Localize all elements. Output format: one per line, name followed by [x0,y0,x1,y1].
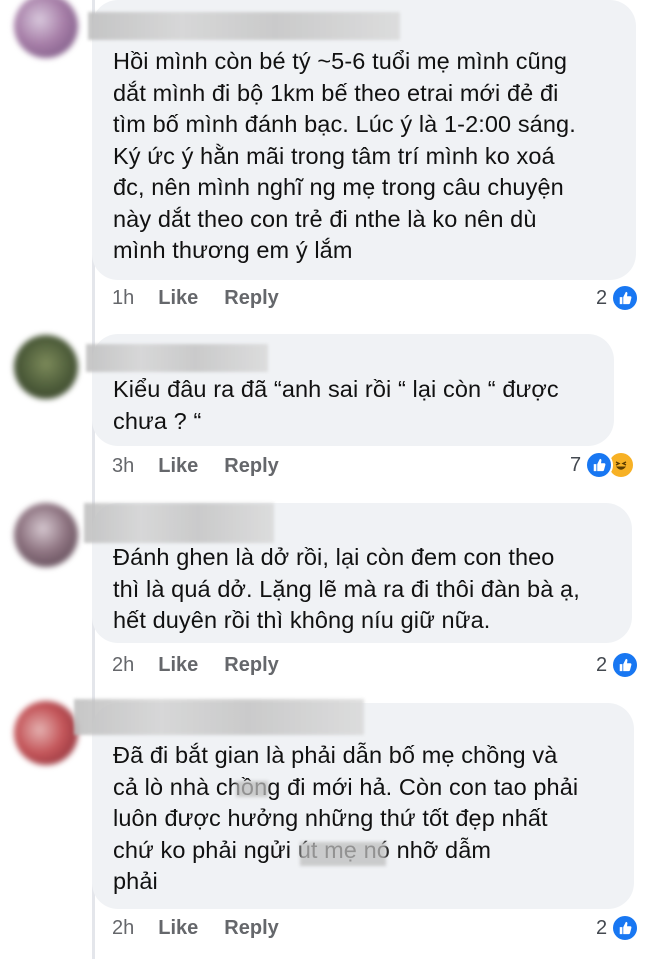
reply-button[interactable]: Reply [224,917,278,940]
comment-actions: 2h Like Reply [112,917,305,940]
comment-1: Hồi mình còn bé tý ~5-6 tuổi mẹ mình cũn… [0,0,660,320]
reply-button[interactable]: Reply [224,654,278,677]
like-reaction-icon [611,284,640,312]
reaction-summary[interactable]: 2 [596,651,640,679]
like-button[interactable]: Like [158,917,198,940]
like-button[interactable]: Like [158,455,198,478]
reaction-summary[interactable]: 2 [596,284,640,312]
comment-text: Đánh ghen là dở rồi, lại còn đem con the… [113,544,580,633]
comment-actions: 1h Like Reply [112,287,305,310]
comment-text: Hồi mình còn bé tý ~5-6 tuổi mẹ mình cũn… [113,48,576,263]
reaction-count: 2 [596,916,608,939]
avatar[interactable] [14,701,78,765]
comment-text: Kiểu đâu ra đã “anh sai rồi “ lại còn “ … [113,376,559,434]
censor-redaction [300,842,386,866]
reaction-summary[interactable]: 2 [596,914,640,942]
commenter-name-redacted[interactable] [74,699,364,735]
like-reaction-icon [585,451,614,479]
reaction-summary[interactable]: 7 [570,451,636,479]
avatar[interactable] [14,0,78,58]
comment-timestamp[interactable]: 2h [112,654,134,677]
comment-actions: 3h Like Reply [112,455,305,478]
like-reaction-icon [611,651,640,679]
reply-button[interactable]: Reply [224,455,278,478]
like-button[interactable]: Like [158,654,198,677]
reaction-count: 7 [570,453,582,476]
avatar[interactable] [14,503,78,567]
comment-actions: 2h Like Reply [112,654,305,677]
like-button[interactable]: Like [158,287,198,310]
reaction-count: 2 [596,653,608,676]
like-reaction-icon [611,914,640,942]
reply-button[interactable]: Reply [224,287,278,310]
commenter-name-redacted[interactable] [86,344,268,372]
comment-text: Đã đi bắt gian là phải dẫn bố mẹ chồng v… [113,742,579,894]
censor-redaction [236,781,268,797]
commenter-name-redacted[interactable] [88,12,400,40]
reaction-count: 2 [596,286,608,309]
comment-timestamp[interactable]: 1h [112,287,134,310]
commenter-name-redacted[interactable] [84,503,274,543]
comment-timestamp[interactable]: 2h [112,917,134,940]
comment-timestamp[interactable]: 3h [112,455,134,478]
avatar[interactable] [14,335,78,399]
